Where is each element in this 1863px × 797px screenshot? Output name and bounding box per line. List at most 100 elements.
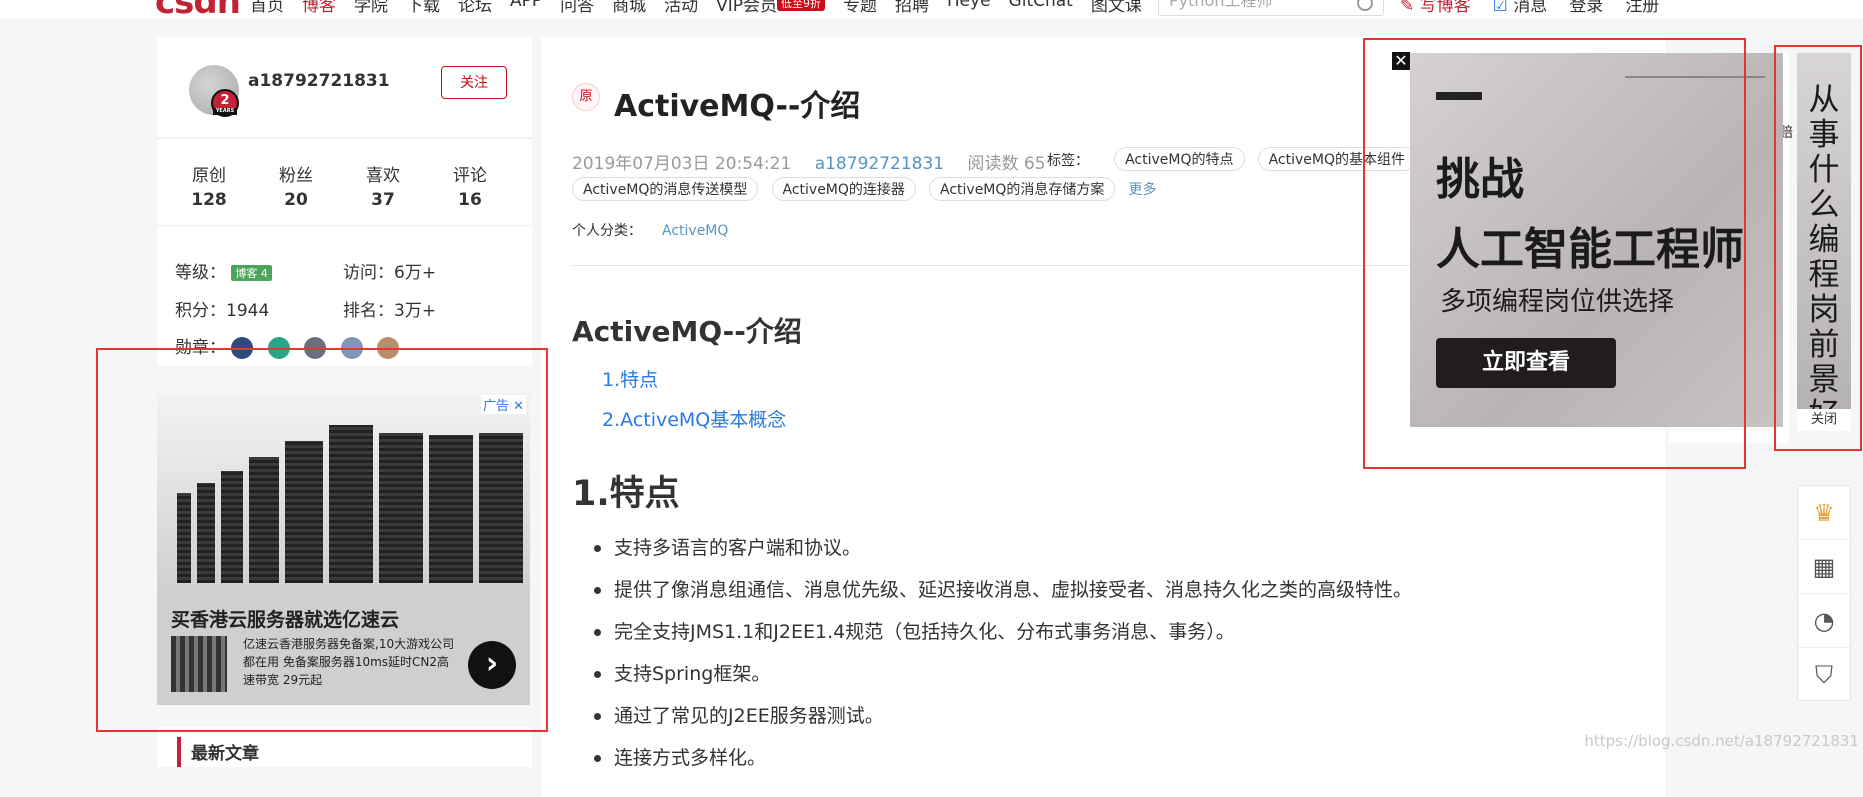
ad-cta-button[interactable]: 立即查看 [1436,338,1616,388]
stat-value: 37 [371,190,395,210]
toc-link[interactable]: 1.特点 [602,365,658,392]
search-input[interactable]: Python工程师 [1158,0,1384,16]
popup-advertisement[interactable]: 挑战 人工智能工程师 多项编程岗位供选择 立即查看 [1410,53,1783,427]
main-nav-links: 首页 博客 学院 下载 论坛 APP 问答 商城 活动 VIP会员 低至9折 专题… [250,0,1142,16]
level-badge: 博客 4 [231,265,272,281]
points-label: 积分： [175,301,226,321]
nav-link-home[interactable]: 首页 [250,0,284,16]
more-tags-link[interactable]: 更多 [1129,182,1157,198]
close-icon[interactable]: ✕ [513,399,524,414]
author-stats: 原创 128 粉丝 20 喜欢 37 评论 16 [157,138,532,225]
nav-link-events[interactable]: 活动 [664,0,698,16]
years-badge: 2 YEARS [211,89,239,117]
content-heading: ActiveMQ--介绍 [572,315,802,348]
tag-chip[interactable]: ActiveMQ的特点 [1114,147,1245,171]
ad-text-panel: 买香港云服务器就选亿速云 亿速云香港服务器免备案,10大游戏公司都在用 免备案服… [157,593,530,705]
tag-chip[interactable]: ActiveMQ的基本组件 [1257,147,1416,171]
author-link[interactable]: a18792721831 [815,154,944,174]
top-navigation-bar: csdn 首页 博客 学院 下载 论坛 APP 问答 商城 活动 VIP会员低至… [0,0,1863,18]
stat-label: 原创 [192,166,226,186]
stat-likes[interactable]: 喜欢 37 [343,161,423,210]
medals-row: 勋章： [175,333,408,359]
nav-link-download[interactable]: 下载 [406,0,440,16]
stat-comments[interactable]: 评论 16 [430,161,510,210]
nav-link-academy[interactable]: 学院 [354,0,388,16]
medal-icon[interactable] [304,337,327,359]
search-icon[interactable] [1357,0,1373,11]
publish-date: 2019年07月03日 20:54:21 [572,154,792,174]
close-icon[interactable]: ✕ [1392,52,1410,70]
article-meta: 2019年07月03日 20:54:21 a18792721831 阅读数 65 [572,149,1046,174]
author-username[interactable]: a18792721831 [248,71,390,91]
article-title: ActiveMQ--介绍 [614,89,861,124]
medal-icon[interactable] [377,337,400,359]
rack [379,433,423,583]
medal-icon[interactable] [340,337,363,359]
years-number: 2 [220,93,230,108]
rank-label: 排名： [343,301,394,321]
qrcode-icon[interactable]: ▦ [1798,540,1850,594]
level-row: 等级： 博客 4 [175,258,272,283]
stat-fans[interactable]: 粉丝 20 [256,161,336,210]
tags-row: ActiveMQ的消息传送模型 ActiveMQ的连接器 ActiveMQ的消息… [572,177,1157,201]
sidebar-advertisement[interactable]: 广告 ✕ 买香港云服务器就选亿速云 亿速云香港服务器免备案,10大游戏公司都在用… [157,393,530,705]
login-link[interactable]: 登录 [1569,0,1603,16]
decor-dash [1436,92,1482,100]
feature-list: 支持多语言的客户端和协议。 提供了像消息组通信、消息优先级、延迟接收消息、虚拟接… [592,527,1412,779]
nav-link-courses[interactable]: 图文课 [1091,0,1142,16]
csdn-logo[interactable]: csdn [155,0,241,18]
side-vertical-advertisement[interactable]: 从事什么编程岗前景好 关闭 [1797,53,1851,433]
rack [249,457,279,583]
nav-link-jobs[interactable]: 招聘 [895,0,929,16]
stat-original[interactable]: 原创 128 [169,161,249,210]
follow-button[interactable]: 关注 [441,66,507,99]
tag-chip[interactable]: ActiveMQ的连接器 [771,177,916,201]
messages-link[interactable]: ☑ 消息 [1493,0,1548,16]
ad-headline[interactable]: 买香港云服务器就选亿速云 [171,605,399,632]
recent-articles-title: 最新文章 [191,744,259,764]
write-blog-label: 写博客 [1419,0,1471,16]
rack [177,493,191,583]
nav-link-vip[interactable]: VIP会员 低至9折 [716,0,826,16]
messages-label: 消息 [1513,0,1548,16]
toc-link[interactable]: 2.ActiveMQ基本概念 [602,405,786,432]
nav-link-blog[interactable]: 博客 [302,0,336,16]
chat-icon[interactable]: ◔ [1798,594,1850,648]
chevron-right-icon[interactable]: › [468,641,516,689]
ad-description: 亿速云香港服务器免备案,10大游戏公司都在用 免备案服务器10ms延时CN2高速… [243,637,455,687]
tag-chip[interactable]: ActiveMQ的消息传送模型 [572,177,759,201]
author-level-info: 等级： 博客 4 访问：6万+ 积分：1944 排名：3万+ 勋章： [157,225,532,366]
write-blog-link[interactable]: ✎ 写博客 [1400,0,1471,16]
nav-link-gitchat[interactable]: GitChat [1009,0,1073,16]
nav-link-topics[interactable]: 专题 [843,0,877,16]
stat-label: 粉丝 [279,166,313,186]
level-label: 等级： [175,263,226,283]
nav-link-mall[interactable]: 商城 [612,0,646,16]
ad-label-text: 广告 [482,399,509,414]
ad-close-button[interactable]: 关闭 [1797,409,1851,431]
nav-link-forum[interactable]: 论坛 [458,0,492,16]
tag-chip[interactable]: ActiveMQ的消息存储方案 [929,177,1116,201]
rack [197,483,215,583]
nav-link-app[interactable]: APP [510,0,542,16]
crown-icon[interactable]: ♛ [1798,486,1850,540]
medal-icon[interactable] [267,337,290,359]
nav-link-iteye[interactable]: ITeye [947,0,991,16]
shield-icon[interactable]: ⛉ [1798,648,1850,702]
rank-value: 3万+ [394,301,437,321]
vip-discount-tag: 低至9折 [777,0,826,11]
rack [479,433,523,583]
category-link[interactable]: ActiveMQ [662,223,728,239]
stat-label: 评论 [453,166,487,186]
register-link[interactable]: 注册 [1625,0,1659,16]
medal-icon[interactable] [231,337,254,359]
visits-row: 访问：6万+ [343,258,436,283]
nav-link-qa[interactable]: 问答 [560,0,594,16]
points-value: 1944 [226,301,270,321]
rack [429,435,473,583]
tags-row: 标签： ActiveMQ的特点 ActiveMQ的基本组件 [1047,147,1424,171]
ad-vertical-text: 从事什么编程岗前景好 [1808,82,1840,433]
ad-label[interactable]: 广告 ✕ [480,395,526,414]
visits-value: 6万+ [394,263,437,283]
server-racks-image [157,393,530,593]
